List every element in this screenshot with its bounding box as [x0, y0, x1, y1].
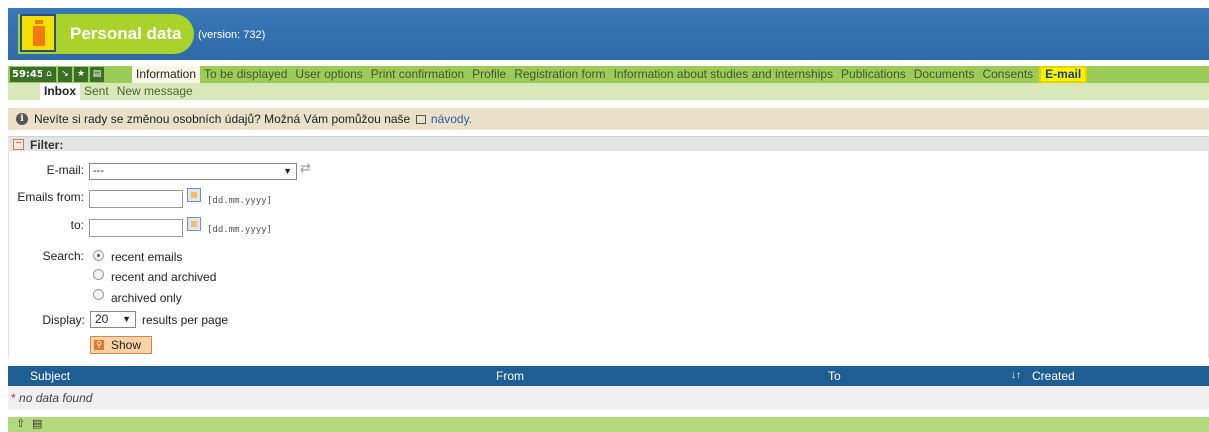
- table-header: Subject From To ↓↑ Created: [8, 366, 1209, 386]
- guides-link[interactable]: návody.: [431, 112, 472, 126]
- chevron-down-icon: ▼: [283, 166, 292, 176]
- date-from-input[interactable]: [89, 190, 183, 208]
- radio-label-recent-emails[interactable]: recent emails: [111, 250, 182, 264]
- page-title: Personal data: [70, 24, 182, 43]
- tab-studies-internships[interactable]: Information about studies and internship…: [610, 66, 837, 83]
- subtab-sent[interactable]: Sent: [80, 83, 113, 100]
- tab-user-options[interactable]: User options: [291, 66, 366, 83]
- to-label: to:: [70, 218, 84, 232]
- nav-tab-list: Information To be displayed User options…: [132, 66, 1088, 83]
- sort-icon[interactable]: ↓↑: [1011, 370, 1021, 381]
- info-text: Nevíte si rady se změnou osobních údajů?…: [34, 112, 411, 126]
- date-to-input[interactable]: [89, 219, 183, 237]
- radio-recent-archived[interactable]: [93, 269, 104, 280]
- home-icon[interactable]: ⌂: [42, 67, 56, 82]
- radio-archived-only[interactable]: [93, 289, 104, 300]
- column-to[interactable]: To: [828, 369, 841, 383]
- footer-bar: ⇧ ▤: [8, 417, 1209, 432]
- email-select-value: ---: [93, 165, 104, 177]
- sub-nav: Inbox Sent New message: [8, 83, 1209, 100]
- no-data-row: * no data found: [8, 386, 1209, 410]
- print-icon[interactable]: ▤: [32, 417, 42, 430]
- info-icon: i: [16, 113, 28, 125]
- version-label: (version: 732): [198, 29, 266, 41]
- collapse-icon[interactable]: −: [13, 139, 24, 150]
- calendar-icon[interactable]: [187, 188, 201, 202]
- radio-label-archived-only[interactable]: archived only: [111, 291, 182, 305]
- tab-publications[interactable]: Publications: [837, 66, 910, 83]
- column-created[interactable]: Created: [1032, 369, 1075, 383]
- show-button[interactable]: ⚲ Show: [90, 336, 152, 354]
- tab-to-be-displayed[interactable]: To be displayed: [200, 66, 291, 83]
- subtab-new-message[interactable]: New message: [113, 83, 197, 100]
- print-icon[interactable]: ▤: [90, 67, 104, 82]
- app-header: Personal data (version: 732): [8, 8, 1209, 60]
- date-format-hint: [dd.mm.yyyy]: [207, 196, 273, 206]
- calendar-icon[interactable]: [187, 217, 201, 231]
- tab-profile[interactable]: Profile: [468, 66, 510, 83]
- tab-print-confirmation[interactable]: Print confirmation: [367, 66, 468, 83]
- star-icon[interactable]: ★: [74, 67, 88, 82]
- book-icon: [415, 115, 426, 124]
- column-from[interactable]: From: [496, 369, 524, 383]
- no-data-text: no data found: [19, 391, 93, 405]
- swap-icon[interactable]: ⇄: [300, 160, 311, 176]
- required-marker: *: [11, 391, 16, 405]
- search-icon: ⚲: [94, 340, 104, 350]
- email-select[interactable]: --- ▼: [89, 163, 297, 180]
- results-per-page-select[interactable]: 20 ▼: [90, 311, 136, 328]
- column-subject[interactable]: Subject: [30, 369, 70, 383]
- tab-registration-form[interactable]: Registration form: [510, 66, 609, 83]
- subtab-inbox[interactable]: Inbox: [40, 83, 80, 100]
- bookmark-down-icon[interactable]: ↘: [58, 67, 72, 82]
- emails-from-label: Emails from:: [17, 190, 84, 204]
- show-button-label: Show: [111, 338, 142, 352]
- results-per-page-label: results per page: [142, 313, 229, 327]
- main-nav: 59:45 ⌂ ↘ ★ ▤ Information To be displaye…: [8, 66, 1209, 83]
- radio-recent-emails[interactable]: [93, 250, 104, 261]
- filter-header[interactable]: − Filter:: [8, 136, 1209, 152]
- filter-title: Filter:: [30, 138, 64, 152]
- personal-data-logo-icon: [20, 14, 56, 52]
- info-banner: i Nevíte si rady se změnou osobních údaj…: [8, 108, 1209, 130]
- session-timer: 59:45: [10, 67, 46, 82]
- display-label: Display:: [42, 313, 85, 327]
- scroll-up-icon[interactable]: ⇧: [16, 417, 25, 430]
- chevron-down-icon: ▼: [122, 314, 131, 324]
- radio-label-recent-archived[interactable]: recent and archived: [111, 270, 216, 284]
- email-label: E-mail:: [46, 163, 84, 177]
- tab-consents[interactable]: Consents: [978, 66, 1037, 83]
- tab-information[interactable]: Information: [132, 66, 201, 83]
- tab-documents[interactable]: Documents: [910, 66, 979, 83]
- date-format-hint: [dd.mm.yyyy]: [207, 225, 273, 235]
- tab-email[interactable]: E-mail: [1039, 66, 1088, 83]
- results-per-page-value: 20: [95, 312, 109, 326]
- search-label: Search:: [42, 249, 84, 263]
